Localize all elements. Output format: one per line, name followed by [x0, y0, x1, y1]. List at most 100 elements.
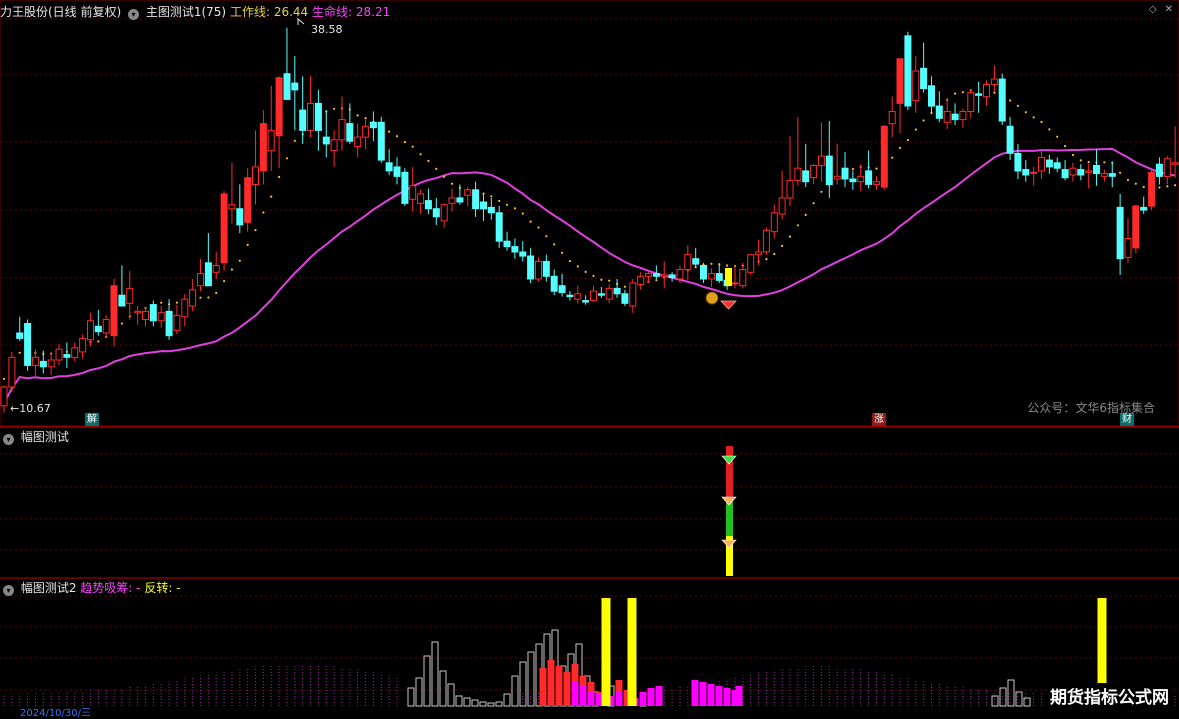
candle-body	[841, 167, 849, 180]
candle-body	[110, 285, 118, 337]
close-icon[interactable]: ✕	[1165, 4, 1173, 15]
work-line-dot	[584, 270, 587, 273]
volume-bar	[1023, 697, 1031, 707]
candle-body	[142, 310, 149, 320]
magenta-bar	[571, 682, 579, 706]
work-line-dot	[199, 296, 202, 299]
candle-body	[621, 293, 629, 304]
candle-body	[943, 111, 951, 123]
candle-body	[1038, 156, 1045, 172]
candle-body	[134, 310, 142, 314]
candle-body	[252, 166, 259, 185]
gem-icon	[721, 496, 737, 506]
work-line-dot	[435, 167, 438, 170]
work-line-dot	[600, 278, 603, 281]
candle-body	[597, 293, 605, 296]
candle-body	[330, 139, 338, 152]
candle-body	[1132, 205, 1140, 249]
chart-canvas[interactable]: 38.58 ←10.67	[0, 0, 1179, 712]
volume-bar	[415, 677, 423, 707]
candle-body	[314, 102, 322, 131]
volume-bar	[527, 651, 535, 707]
prev-icon[interactable]: ◇	[1149, 4, 1157, 15]
candle-body	[448, 197, 456, 204]
work-line-dot	[1048, 128, 1051, 131]
candle-body	[197, 273, 204, 287]
candle-body	[786, 179, 794, 199]
panel2-title[interactable]: 幅图测试	[21, 430, 69, 444]
work-line-dot	[1056, 135, 1059, 138]
work-line-dot	[490, 195, 493, 198]
candle-body	[880, 125, 888, 188]
signal-tag-jie[interactable]: 解	[85, 413, 99, 426]
work-line-dot	[1040, 120, 1043, 124]
candle-body	[157, 312, 165, 322]
signal-tag-cai[interactable]: 财	[1120, 413, 1134, 426]
candle-body	[558, 285, 566, 294]
candle-body	[102, 319, 110, 334]
candle-body	[503, 240, 511, 248]
magenta-bar	[715, 686, 723, 706]
panel3-title[interactable]: 幅图测试2	[21, 581, 77, 595]
candle-body	[652, 273, 660, 277]
candle-body	[307, 102, 314, 131]
work-line-dot	[223, 280, 226, 283]
magenta-bar	[595, 694, 603, 706]
work-line-dot	[592, 274, 595, 277]
work-line-dot	[1024, 111, 1027, 114]
volume-bar	[1015, 691, 1023, 707]
work-line-dot	[788, 235, 792, 238]
candle-body	[1077, 169, 1085, 176]
work-line-dot	[403, 141, 406, 144]
volume-bar	[479, 701, 487, 707]
volume-bar	[487, 702, 495, 707]
candle-body	[959, 111, 967, 121]
work-line-dot	[796, 224, 800, 227]
trend-label: 趋势吸筹:	[80, 581, 133, 595]
candle-body	[165, 310, 173, 337]
signal-tag-zhang[interactable]: 涨	[872, 413, 886, 426]
main-frame	[0, 0, 1179, 427]
candle-body	[8, 356, 16, 388]
candle-body	[94, 325, 102, 333]
candle-body	[888, 111, 896, 125]
candle-body	[778, 197, 786, 215]
candle-body	[684, 254, 692, 271]
main-indicator-name[interactable]: 主图测试1(75)	[146, 5, 226, 19]
candle-body	[377, 121, 385, 161]
dropdown-icon[interactable]: ▾	[128, 9, 140, 20]
candle-body	[770, 212, 778, 233]
candle-body	[259, 123, 267, 172]
work-line-dot	[175, 301, 178, 304]
candle-body	[1108, 173, 1116, 177]
candle-body	[385, 162, 393, 172]
candle-body	[794, 167, 802, 181]
work-line-dot	[254, 229, 257, 232]
work-line-dot	[18, 351, 21, 354]
candle-body	[220, 193, 228, 264]
candle-body	[1069, 167, 1077, 176]
work-line-label: 工作线:	[229, 5, 270, 19]
dropdown-icon[interactable]: ▾	[3, 585, 14, 596]
dropdown-icon[interactable]: ▾	[3, 434, 14, 445]
work-line-dot	[246, 243, 249, 246]
candle-body	[244, 177, 252, 223]
work-line-dot	[529, 220, 532, 223]
candle-body	[825, 155, 833, 186]
work-line-dot	[891, 156, 894, 159]
work-line-dot	[270, 195, 273, 198]
candle-body	[291, 82, 299, 91]
candle-body	[715, 273, 723, 281]
candle-body	[645, 273, 652, 277]
work-line-dot	[765, 258, 768, 261]
candle-body	[542, 260, 550, 277]
work-line-dot	[513, 207, 517, 210]
work-line-dot	[804, 213, 807, 216]
work-line-dot	[1071, 153, 1075, 157]
life-line-label: 生命线:	[312, 5, 353, 19]
candle-body	[637, 275, 645, 285]
candle-body	[574, 293, 582, 300]
work-line-dot	[655, 279, 658, 282]
candle-body	[1045, 159, 1053, 168]
watermark: 公众号：文华6指标集合	[1027, 401, 1155, 415]
